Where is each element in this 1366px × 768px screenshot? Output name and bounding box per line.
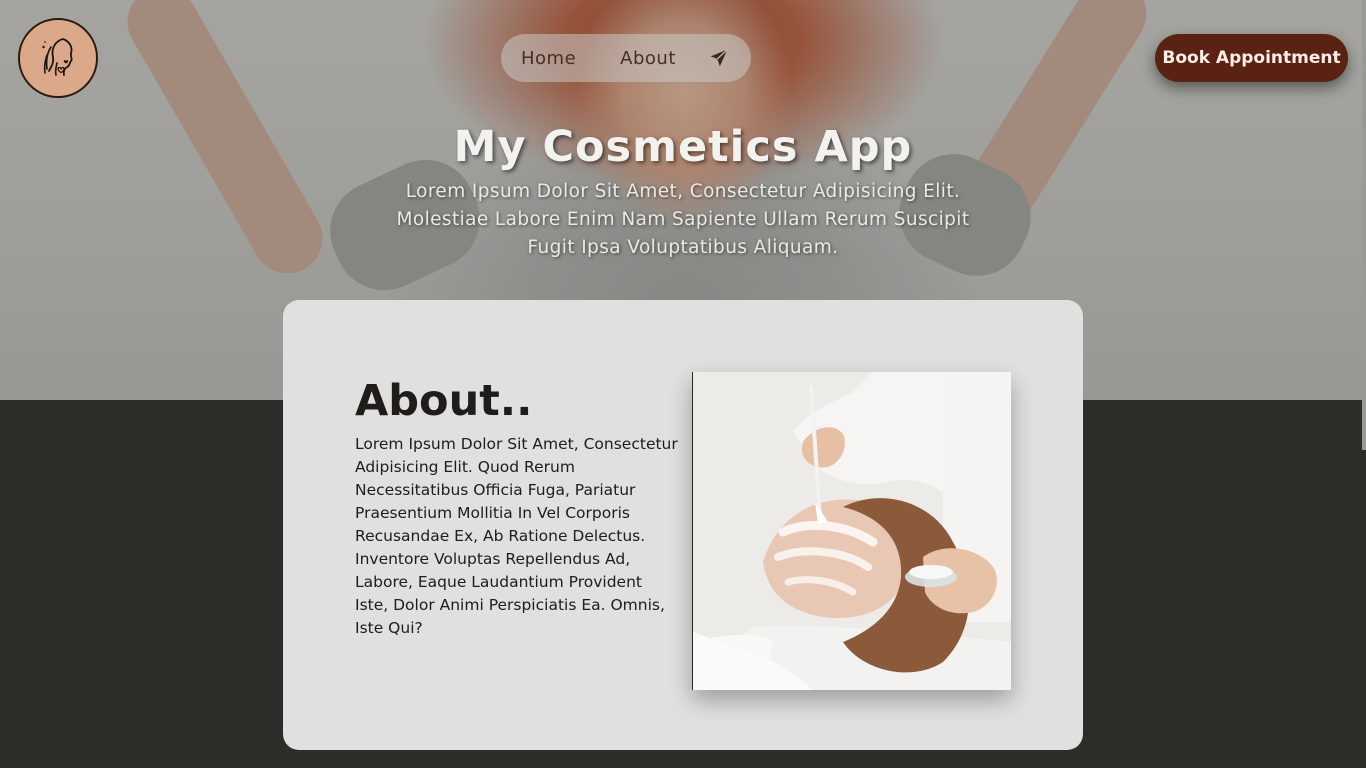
facial-treatment-image: [692, 372, 1011, 690]
nav-home-link[interactable]: Home: [521, 48, 576, 69]
about-card: About.. Lorem Ipsum Dolor Sit Amet, Cons…: [283, 300, 1083, 750]
face-hearts-icon: [42, 38, 73, 76]
about-text: Lorem Ipsum Dolor Sit Amet, Consectetur …: [355, 435, 678, 637]
about-title: About..: [355, 376, 533, 426]
hero-subtitle: Lorem Ipsum Dolor Sit Amet, Consectetur …: [396, 181, 970, 258]
logo[interactable]: [18, 18, 98, 98]
scrollbar[interactable]: [1362, 0, 1366, 450]
book-appointment-button[interactable]: Book Appointment: [1155, 34, 1348, 82]
hero-title: My Cosmetics App: [453, 122, 913, 172]
nav-about-link[interactable]: About: [620, 48, 676, 69]
facial-treatment-illustration: [693, 372, 1011, 690]
paper-plane-icon[interactable]: [709, 47, 731, 69]
main-nav: Home About: [501, 34, 751, 82]
